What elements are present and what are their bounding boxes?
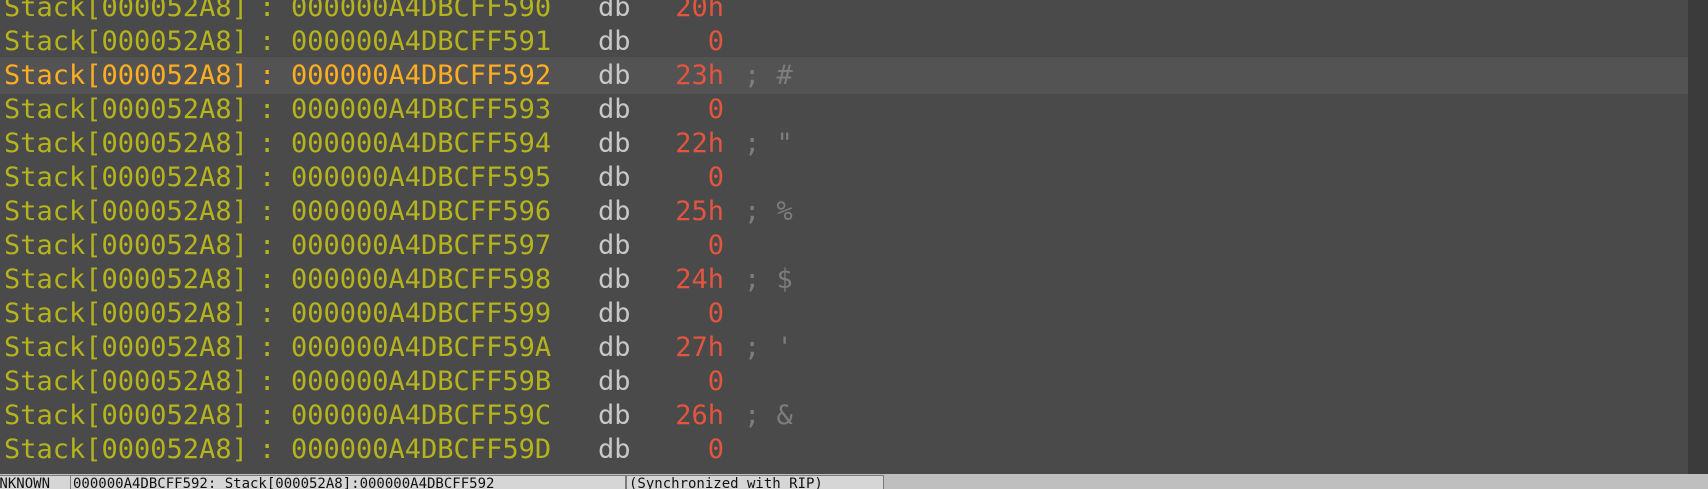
listing-row[interactable]: Stack[000052A8]:000000A4DBCFF592 db 23h ; # [0, 57, 1708, 94]
status-sync: (Synchronized with RIP) [626, 475, 884, 489]
operand-value[interactable]: 27h [640, 329, 724, 366]
listing-row[interactable]: Stack[000052A8]:000000A4DBCFF594 db 22h ; " [0, 125, 1708, 162]
listing-row[interactable]: Stack[000052A8]:000000A4DBCFF59C db 26h ; & [0, 397, 1708, 434]
segment-name: Stack[000052A8] [4, 94, 248, 125]
segment-name: Stack[000052A8] [4, 298, 248, 329]
operand-value[interactable]: 0 [640, 431, 724, 468]
segment-name: Stack[000052A8] [4, 60, 248, 91]
segment-name: Stack[000052A8] [4, 162, 248, 193]
operand-value[interactable]: 0 [640, 227, 724, 264]
operand-value[interactable]: 0 [640, 295, 724, 332]
segment-name: Stack[000052A8] [4, 332, 248, 363]
operand-value[interactable]: 22h [640, 125, 724, 162]
address-separator: : [259, 60, 276, 91]
operand-value[interactable]: 0 [640, 23, 724, 60]
listing-row[interactable]: Stack[000052A8]:000000A4DBCFF59D db 0 [0, 431, 1708, 468]
mnemonic: db [598, 366, 631, 397]
operand-value[interactable]: 26h [640, 397, 724, 434]
mnemonic: db [598, 434, 631, 465]
address-separator: : [259, 26, 276, 57]
listing-row[interactable]: Stack[000052A8]:000000A4DBCFF596 db 25h ; % [0, 193, 1708, 230]
listing-row[interactable]: Stack[000052A8]:000000A4DBCFF59B db 0 [0, 363, 1708, 400]
right-edge-strip [1688, 0, 1708, 474]
address-separator: : [259, 94, 276, 125]
mnemonic: db [598, 400, 631, 431]
operand-value[interactable]: 0 [640, 363, 724, 400]
listing-row[interactable]: Stack[000052A8]:000000A4DBCFF597 db 0 [0, 227, 1708, 264]
segment-name: Stack[000052A8] [4, 128, 248, 159]
segment-name: Stack[000052A8] [4, 230, 248, 261]
segment-name: Stack[000052A8] [4, 400, 248, 431]
disassembly-listing[interactable]: Stack[000052A8]:000000A4DBCFF590 db 20h Sta… [0, 0, 1708, 474]
address-separator: : [259, 196, 276, 227]
listing-row[interactable]: Stack[000052A8]:000000A4DBCFF599 db 0 [0, 295, 1708, 332]
mnemonic: db [598, 332, 631, 363]
address[interactable]: 000000A4DBCFF59D [291, 431, 551, 468]
mnemonic: db [598, 60, 631, 91]
address[interactable]: 000000A4DBCFF594 [291, 125, 551, 162]
mnemonic: db [598, 298, 631, 329]
operand-value[interactable]: 23h [640, 57, 724, 94]
mnemonic: db [598, 94, 631, 125]
address[interactable]: 000000A4DBCFF591 [291, 23, 551, 60]
listing-row[interactable]: Stack[000052A8]:000000A4DBCFF59A db 27h ; ' [0, 329, 1708, 366]
address[interactable]: 000000A4DBCFF59B [291, 363, 551, 400]
operand-value[interactable]: 0 [640, 159, 724, 196]
address[interactable]: 000000A4DBCFF599 [291, 295, 551, 332]
mnemonic: db [598, 230, 631, 261]
comment: ; % [744, 196, 793, 227]
address-separator: : [259, 264, 276, 295]
comment: ; ' [744, 332, 793, 363]
address[interactable]: 000000A4DBCFF59A [291, 329, 551, 366]
mnemonic: db [598, 264, 631, 295]
address-separator: : [259, 162, 276, 193]
address-separator: : [259, 400, 276, 431]
status-location: 000000A4DBCFF592: Stack[000052A8]:000000… [70, 475, 626, 489]
listing-row[interactable]: Stack[000052A8]:000000A4DBCFF595 db 0 [0, 159, 1708, 196]
mnemonic: db [598, 26, 631, 57]
mnemonic: db [598, 162, 631, 193]
listing-row[interactable]: Stack[000052A8]:000000A4DBCFF591 db 0 [0, 23, 1708, 60]
mnemonic: db [598, 128, 631, 159]
address[interactable]: 000000A4DBCFF597 [291, 227, 551, 264]
comment: ; & [744, 400, 793, 431]
address-separator: : [259, 366, 276, 397]
listing-row[interactable]: Stack[000052A8]:000000A4DBCFF598 db 24h ; $ [0, 261, 1708, 298]
segment-name: Stack[000052A8] [4, 366, 248, 397]
comment: ; " [744, 128, 793, 159]
address-separator: : [259, 434, 276, 465]
operand-value[interactable]: 0 [640, 91, 724, 128]
comment: ; # [744, 60, 793, 91]
address[interactable]: 000000A4DBCFF596 [291, 193, 551, 230]
address-separator: : [259, 332, 276, 363]
listing-row[interactable]: Stack[000052A8]:000000A4DBCFF593 db 0 [0, 91, 1708, 128]
segment-name: Stack[000052A8] [4, 196, 248, 227]
address-separator: : [259, 128, 276, 159]
address[interactable]: 000000A4DBCFF59C [291, 397, 551, 434]
address-separator: : [259, 230, 276, 261]
status-state: UNKNOWN [0, 475, 72, 489]
operand-value[interactable]: 25h [640, 193, 724, 230]
status-bar: UNKNOWN 000000A4DBCFF592: Stack[000052A8… [0, 474, 1708, 489]
operand-value[interactable]: 24h [640, 261, 724, 298]
segment-name: Stack[000052A8] [4, 434, 248, 465]
segment-name: Stack[000052A8] [4, 26, 248, 57]
address[interactable]: 000000A4DBCFF598 [291, 261, 551, 298]
comment: ; $ [744, 264, 793, 295]
address-separator: : [259, 298, 276, 329]
segment-name: Stack[000052A8] [4, 264, 248, 295]
address[interactable]: 000000A4DBCFF592 [291, 57, 551, 94]
address[interactable]: 000000A4DBCFF595 [291, 159, 551, 196]
mnemonic: db [598, 196, 631, 227]
address[interactable]: 000000A4DBCFF593 [291, 91, 551, 128]
